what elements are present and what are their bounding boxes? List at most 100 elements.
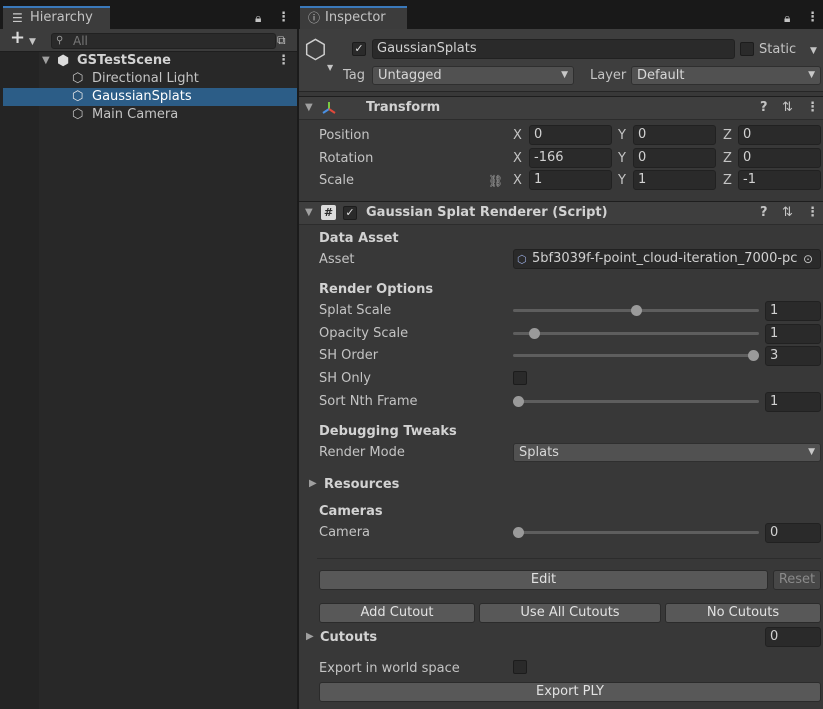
inspector-tab-label: Inspector [325, 10, 386, 25]
axis-x-label: X [513, 173, 522, 188]
tag-label: Tag [343, 68, 366, 83]
help-icon[interactable]: ? [760, 100, 768, 116]
axis-z-label: Z [723, 128, 732, 143]
position-x-field[interactable]: 0 [529, 125, 612, 145]
active-checkbox[interactable]: ✓ [352, 42, 366, 56]
camera-slider-handle[interactable] [513, 527, 524, 538]
axis-z-label: Z [723, 173, 732, 188]
cameras-heading: Cameras [319, 504, 383, 519]
expand-triangle-icon[interactable]: ▶ [306, 631, 314, 643]
sh-order-field[interactable]: 3 [765, 346, 821, 366]
expand-triangle-icon[interactable]: ▼ [305, 102, 313, 114]
unity-scene-icon: ⬢ [57, 53, 70, 69]
sort-nth-frame-slider-track[interactable] [513, 400, 759, 403]
more-menu-icon[interactable]: ⋮ [277, 10, 290, 26]
axis-y-label: Y [618, 173, 626, 188]
object-name-field[interactable]: GaussianSplats [372, 39, 735, 59]
export-world-space-checkbox[interactable] [513, 660, 527, 674]
rotation-y-field[interactable]: 0 [633, 148, 716, 168]
no-cutouts-button[interactable]: No Cutouts [665, 603, 821, 623]
scale-y-field[interactable]: 1 [633, 170, 716, 190]
sort-nth-frame-field[interactable]: 1 [765, 392, 821, 412]
static-dropdown-icon[interactable]: ▼ [810, 43, 817, 59]
rotation-z-field[interactable]: 0 [738, 148, 821, 168]
opacity-scale-field[interactable]: 1 [765, 324, 821, 344]
asset-label: Asset [319, 252, 355, 267]
render-mode-value: Splats [519, 445, 559, 460]
scene-menu-icon[interactable]: ⋮ [277, 53, 290, 69]
divider [317, 558, 821, 559]
gameobject-cube-icon: ⬡ [72, 107, 84, 122]
reset-button[interactable]: Reset [773, 570, 821, 590]
chevron-down-icon[interactable]: ▼ [29, 34, 36, 50]
layer-label: Layer [590, 68, 627, 83]
use-all-cutouts-button[interactable]: Use All Cutouts [479, 603, 661, 623]
hierarchy-gutter [0, 52, 39, 709]
scale-x-field[interactable]: 1 [529, 170, 612, 190]
script-hash-icon: # [321, 205, 336, 220]
search-options-icon[interactable]: ⧉ [277, 32, 286, 48]
hierarchy-tab-label: Hierarchy [30, 10, 93, 25]
resources-foldout[interactable]: Resources [324, 477, 399, 493]
more-menu-icon[interactable]: ⋮ [806, 10, 819, 26]
component-enabled-checkbox[interactable]: ✓ [343, 206, 357, 220]
static-checkbox[interactable] [740, 42, 754, 56]
sh-order-slider-track[interactable] [513, 354, 759, 357]
scale-z-field[interactable]: -1 [738, 170, 821, 190]
layer-dropdown[interactable]: Default ▼ [631, 66, 821, 85]
gameobject-cube-icon: ⬡ [304, 35, 327, 65]
camera-slider-track[interactable] [513, 531, 759, 534]
data-asset-heading: Data Asset [319, 231, 399, 246]
preset-sliders-icon[interactable]: ⇅ [782, 100, 793, 116]
object-picker-icon[interactable]: ⊙ [803, 251, 814, 267]
expand-triangle-icon[interactable]: ▶ [309, 478, 317, 490]
chevron-down-icon: ▼ [808, 447, 815, 457]
add-button[interactable]: + [10, 29, 25, 47]
edit-button[interactable]: Edit [319, 570, 768, 590]
add-cutout-button[interactable]: Add Cutout [319, 603, 475, 623]
axis-x-label: X [513, 151, 522, 166]
camera-field[interactable]: 0 [765, 523, 821, 543]
icon-dropdown-icon[interactable]: ▼ [327, 60, 333, 76]
render-mode-label: Render Mode [319, 445, 405, 460]
gameobject-cube-icon: ⬡ [72, 89, 84, 104]
component-menu-icon[interactable]: ⋮ [806, 100, 819, 116]
search-icon: ⚲ [56, 35, 64, 46]
preset-sliders-icon[interactable]: ⇅ [782, 205, 793, 221]
transform-title: Transform [366, 100, 441, 115]
asset-type-icon: ⬡ [517, 253, 527, 266]
expand-triangle-icon[interactable]: ▼ [305, 207, 313, 219]
sort-nth-frame-label: Sort Nth Frame [319, 394, 418, 409]
splat-scale-field[interactable]: 1 [765, 301, 821, 321]
chevron-down-icon: ▼ [808, 70, 815, 80]
cutouts-foldout[interactable]: Cutouts [320, 630, 377, 646]
help-icon[interactable]: ? [760, 205, 768, 221]
sh-order-slider-handle[interactable] [748, 350, 759, 361]
sh-only-label: SH Only [319, 371, 371, 386]
lock-icon[interactable]: 🔒︎ [784, 10, 790, 26]
tag-dropdown[interactable]: Untagged ▼ [372, 66, 574, 85]
list-item-label: GaussianSplats [92, 89, 192, 104]
axis-z-label: Z [723, 151, 732, 166]
list-icon: ☰ [12, 11, 23, 25]
renderer-title: Gaussian Splat Renderer (Script) [366, 205, 608, 220]
rotation-x-field[interactable]: -166 [529, 148, 612, 168]
gameobject-cube-icon: ⬡ [72, 71, 84, 86]
sort-nth-frame-slider-handle[interactable] [513, 396, 524, 407]
opacity-scale-slider-track[interactable] [513, 332, 759, 335]
component-menu-icon[interactable]: ⋮ [806, 205, 819, 221]
info-icon: ⓘ [308, 11, 321, 25]
position-z-field[interactable]: 0 [738, 125, 821, 145]
expand-triangle-icon[interactable]: ▼ [42, 55, 50, 67]
export-ply-button[interactable]: Export PLY [319, 682, 821, 702]
splat-scale-label: Splat Scale [319, 303, 392, 318]
position-y-field[interactable]: 0 [633, 125, 716, 145]
lock-icon[interactable]: 🔒︎ [255, 10, 261, 26]
constrain-proportions-icon[interactable]: ⛓︎ [488, 173, 503, 189]
splat-scale-slider-handle[interactable] [630, 305, 642, 316]
asset-object-field[interactable]: 5bf3039f-f-point_cloud-iteration_7000-pc [513, 249, 821, 269]
export-world-space-label: Export in world space [319, 661, 460, 676]
sh-only-checkbox[interactable] [513, 371, 527, 385]
cutouts-count-field[interactable]: 0 [765, 627, 821, 647]
render-mode-dropdown[interactable]: Splats ▼ [513, 443, 821, 462]
